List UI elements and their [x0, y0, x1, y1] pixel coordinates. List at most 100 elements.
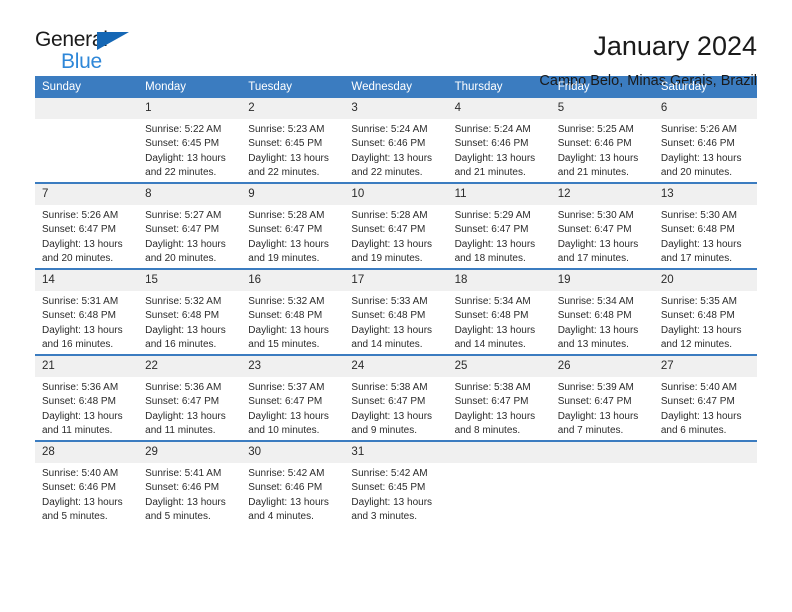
daylight-duration-line1: Daylight: 13 hours [42, 324, 123, 336]
sunset-time: Sunset: 6:46 PM [145, 482, 220, 494]
calendar-day-cell[interactable]: 7 Sunrise: 5:26 AM Sunset: 6:47 PM Daylight… [35, 182, 139, 269]
calendar-empty-cell [35, 98, 139, 183]
calendar-day-cell[interactable]: 14 Sunrise: 5:31 AM Sunset: 6:48 PM Dayligh… [35, 268, 139, 355]
calendar-day-cell[interactable]: 31 Sunrise: 5:42 AM Sunset: 6:45 PM Dayligh… [344, 440, 448, 526]
daylight-duration-line1: Daylight: 13 hours [248, 152, 329, 164]
calendar-day-cell[interactable]: 20 Sunrise: 5:35 AM Sunset: 6:48 PM Dayligh… [653, 268, 757, 355]
daylight-duration-line2: and 7 minutes. [557, 424, 624, 436]
sunrise-time: Sunrise: 5:33 AM [351, 296, 428, 307]
sunset-time: Sunset: 6:48 PM [557, 310, 632, 322]
calendar-day-cell[interactable]: 27 Sunrise: 5:40 AM Sunset: 6:47 PM Dayligh… [653, 354, 757, 441]
day-details: Sunrise: 5:33 AM Sunset: 6:48 PM Daylight:… [344, 291, 447, 352]
daylight-duration-line2: and 15 minutes. [248, 338, 320, 350]
calendar-day-cell[interactable]: 13 Sunrise: 5:30 AM Sunset: 6:48 PM Dayligh… [653, 182, 757, 269]
weekday-header-monday: Monday [138, 76, 242, 98]
sunset-time: Sunset: 6:48 PM [145, 310, 220, 322]
day-number: 8 [138, 184, 242, 205]
calendar-day-cell[interactable]: 17 Sunrise: 5:33 AM Sunset: 6:48 PM Dayligh… [344, 268, 448, 355]
sunset-time: Sunset: 6:48 PM [351, 310, 426, 322]
day-number: 31 [344, 442, 448, 463]
calendar-day-cell[interactable]: 1 Sunrise: 5:22 AM Sunset: 6:45 PM Daylight… [138, 98, 242, 183]
calendar-day-cell[interactable]: 29 Sunrise: 5:41 AM Sunset: 6:46 PM Dayligh… [138, 440, 242, 526]
daylight-duration-line1: Daylight: 13 hours [351, 152, 433, 164]
calendar-day-cell[interactable]: 18 Sunrise: 5:34 AM Sunset: 6:48 PM Dayligh… [447, 268, 551, 355]
sunset-time: Sunset: 6:48 PM [660, 310, 735, 322]
sunset-time: Sunset: 6:46 PM [454, 138, 529, 150]
sunrise-time: Sunrise: 5:40 AM [660, 382, 737, 393]
calendar-day-cell[interactable]: 25 Sunrise: 5:38 AM Sunset: 6:47 PM Dayligh… [447, 354, 551, 441]
day-details: Sunrise: 5:22 AM Sunset: 6:45 PM Daylight:… [138, 119, 241, 180]
calendar-day-cell[interactable]: 21 Sunrise: 5:36 AM Sunset: 6:48 PM Dayligh… [35, 354, 139, 441]
calendar-day-cell[interactable]: 15 Sunrise: 5:32 AM Sunset: 6:48 PM Dayligh… [138, 268, 242, 355]
sunset-time: Sunset: 6:47 PM [351, 224, 426, 236]
day-details: Sunrise: 5:24 AM Sunset: 6:46 PM Daylight:… [344, 119, 447, 180]
daylight-duration-line1: Daylight: 13 hours [145, 324, 226, 336]
daylight-duration-line2: and 16 minutes. [42, 338, 114, 350]
day-number: 19 [550, 270, 654, 291]
sunrise-time: Sunrise: 5:34 AM [557, 296, 634, 307]
day-number: 10 [344, 184, 448, 205]
calendar-day-cell[interactable]: 24 Sunrise: 5:38 AM Sunset: 6:47 PM Dayligh… [344, 354, 448, 441]
sunset-time: Sunset: 6:45 PM [248, 138, 323, 150]
calendar-day-cell[interactable]: 8 Sunrise: 5:27 AM Sunset: 6:47 PM Daylight… [138, 182, 242, 269]
daylight-duration-line1: Daylight: 13 hours [454, 324, 536, 336]
weekday-header-tuesday: Tuesday [241, 76, 345, 98]
daylight-duration-line1: Daylight: 13 hours [42, 496, 123, 508]
daylight-duration-line1: Daylight: 13 hours [454, 238, 536, 250]
sunrise-sunset-calendar: Sunday Monday Tuesday Wednesday Thursday… [35, 76, 757, 526]
calendar-day-cell[interactable]: 16 Sunrise: 5:32 AM Sunset: 6:48 PM Dayligh… [241, 268, 345, 355]
calendar-day-cell[interactable]: 2 Sunrise: 5:23 AM Sunset: 6:45 PM Daylight… [241, 98, 345, 183]
sunrise-time: Sunrise: 5:26 AM [42, 210, 119, 221]
sunrise-time: Sunrise: 5:27 AM [145, 210, 222, 221]
sunset-time: Sunset: 6:47 PM [248, 224, 323, 236]
calendar-day-cell[interactable]: 10 Sunrise: 5:28 AM Sunset: 6:47 PM Dayligh… [344, 182, 448, 269]
calendar-page: General Blue January 2024 Campo Belo, Mi… [0, 0, 792, 612]
daylight-duration-line1: Daylight: 13 hours [145, 238, 226, 250]
day-number [550, 442, 654, 463]
daylight-duration-line2: and 22 minutes. [351, 166, 423, 178]
daylight-duration-line2: and 20 minutes. [660, 166, 733, 178]
day-details: Sunrise: 5:39 AM Sunset: 6:47 PM Daylight:… [551, 377, 654, 438]
daylight-duration-line2: and 11 minutes. [145, 424, 216, 436]
day-number: 27 [653, 356, 757, 377]
daylight-duration-line1: Daylight: 13 hours [248, 496, 329, 508]
day-details: Sunrise: 5:42 AM Sunset: 6:46 PM Daylight:… [241, 463, 344, 524]
logo-text-blue: Blue [61, 50, 102, 73]
daylight-duration-line2: and 11 minutes. [42, 424, 113, 436]
calendar-day-cell[interactable]: 6 Sunrise: 5:26 AM Sunset: 6:46 PM Daylight… [653, 98, 757, 183]
daylight-duration-line2: and 8 minutes. [454, 424, 521, 436]
calendar-day-cell[interactable]: 19 Sunrise: 5:34 AM Sunset: 6:48 PM Dayligh… [550, 268, 654, 355]
sunrise-time: Sunrise: 5:25 AM [557, 124, 634, 135]
day-details: Sunrise: 5:27 AM Sunset: 6:47 PM Daylight:… [138, 205, 241, 266]
sunset-time: Sunset: 6:46 PM [557, 138, 632, 150]
weekday-header-wednesday: Wednesday [344, 76, 448, 98]
calendar-day-cell[interactable]: 9 Sunrise: 5:28 AM Sunset: 6:47 PM Daylight… [241, 182, 345, 269]
calendar-day-cell[interactable]: 11 Sunrise: 5:29 AM Sunset: 6:47 PM Dayligh… [447, 182, 551, 269]
day-details: Sunrise: 5:38 AM Sunset: 6:47 PM Daylight:… [344, 377, 447, 438]
daylight-duration-line1: Daylight: 13 hours [557, 324, 639, 336]
daylight-duration-line1: Daylight: 13 hours [351, 496, 433, 508]
daylight-duration-line2: and 9 minutes. [351, 424, 418, 436]
calendar-day-cell[interactable]: 30 Sunrise: 5:42 AM Sunset: 6:46 PM Dayligh… [241, 440, 345, 526]
daylight-duration-line2: and 5 minutes. [145, 510, 211, 522]
sunset-time: Sunset: 6:46 PM [351, 138, 426, 150]
sunrise-time: Sunrise: 5:39 AM [557, 382, 634, 393]
calendar-day-cell[interactable]: 22 Sunrise: 5:36 AM Sunset: 6:47 PM Dayligh… [138, 354, 242, 441]
calendar-day-cell[interactable]: 3 Sunrise: 5:24 AM Sunset: 6:46 PM Daylight… [344, 98, 448, 183]
calendar-day-cell[interactable]: 12 Sunrise: 5:30 AM Sunset: 6:47 PM Dayligh… [550, 182, 654, 269]
calendar-day-cell[interactable]: 4 Sunrise: 5:24 AM Sunset: 6:46 PM Daylight… [447, 98, 551, 183]
calendar-day-cell[interactable]: 26 Sunrise: 5:39 AM Sunset: 6:47 PM Dayligh… [550, 354, 654, 441]
day-number: 25 [447, 356, 551, 377]
sunrise-time: Sunrise: 5:36 AM [42, 382, 119, 393]
day-details: Sunrise: 5:26 AM Sunset: 6:46 PM Daylight:… [654, 119, 757, 180]
calendar-day-cell[interactable]: 23 Sunrise: 5:37 AM Sunset: 6:47 PM Dayligh… [241, 354, 345, 441]
calendar-day-cell[interactable]: 5 Sunrise: 5:25 AM Sunset: 6:46 PM Daylight… [550, 98, 654, 183]
day-number: 2 [241, 98, 345, 119]
daylight-duration-line2: and 12 minutes. [660, 338, 733, 350]
daylight-duration-line2: and 6 minutes. [660, 424, 727, 436]
daylight-duration-line1: Daylight: 13 hours [351, 238, 433, 250]
daylight-duration-line2: and 21 minutes. [454, 166, 526, 178]
calendar-week-row: 7 Sunrise: 5:26 AM Sunset: 6:47 PM Daylight… [35, 182, 757, 269]
calendar-day-cell[interactable]: 28 Sunrise: 5:40 AM Sunset: 6:46 PM Dayligh… [35, 440, 139, 526]
day-number: 1 [138, 98, 242, 119]
